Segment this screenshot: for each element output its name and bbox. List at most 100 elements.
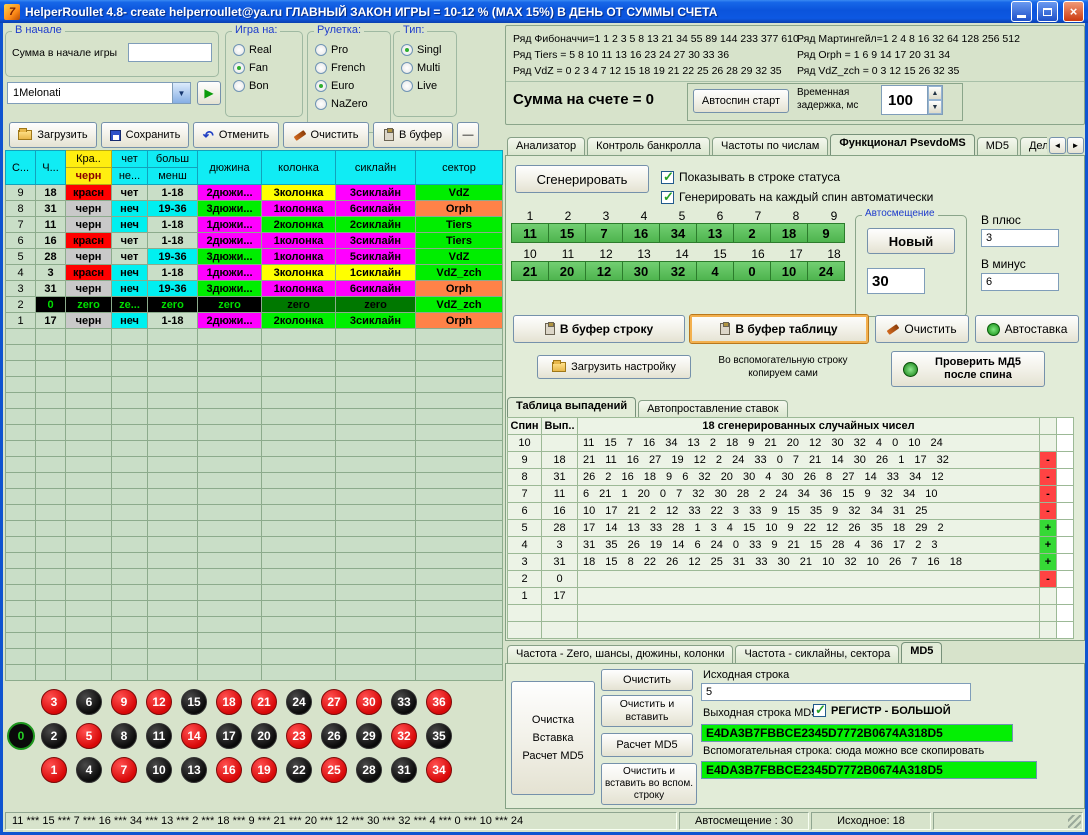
radio-icon[interactable] (233, 62, 245, 74)
md5-clear-paste-button[interactable]: Очистить и вставить (601, 695, 693, 727)
start-play-button[interactable]: ▶ (197, 81, 221, 105)
check-md5-button[interactable]: Проверить МД5 после спина (891, 351, 1045, 387)
undo-button[interactable]: ↶ Отменить (193, 122, 279, 148)
start-sum-input[interactable] (128, 43, 212, 62)
radio-icon[interactable] (315, 62, 327, 74)
copy-table-button[interactable]: В буфер таблицу (689, 314, 869, 344)
board-number-25[interactable]: 25 (321, 757, 347, 783)
new-button[interactable]: Новый (867, 228, 955, 254)
radio-icon[interactable] (233, 80, 245, 92)
board-number-20[interactable]: 20 (251, 723, 277, 749)
scrollbar-track[interactable] (1057, 418, 1074, 435)
main-tab-1[interactable]: Контроль банкролла (587, 137, 710, 156)
md5-source-input[interactable] (701, 683, 971, 701)
md5-clear-paste-aux-button[interactable]: Очистить и вставить во вспом. строку (601, 763, 697, 805)
main-tab-3[interactable]: Функционал PsevdoMS (830, 134, 974, 156)
board-number-16[interactable]: 16 (216, 757, 242, 783)
board-number-12[interactable]: 12 (146, 689, 172, 715)
copy-buffer-button[interactable]: В буфер (373, 122, 453, 148)
show-status-checkbox[interactable]: Показывать в строке статуса (661, 170, 840, 184)
load-settings-button[interactable]: Загрузить настройку (537, 355, 691, 379)
radio-option-singl[interactable]: Singl (401, 44, 456, 56)
board-number-32[interactable]: 32 (391, 723, 417, 749)
save-button[interactable]: Сохранить (101, 122, 189, 148)
radio-option-french[interactable]: French (315, 62, 390, 74)
board-number-17[interactable]: 17 (216, 723, 242, 749)
main-tab-0[interactable]: Анализатор (507, 137, 585, 156)
radio-icon[interactable] (315, 44, 327, 56)
board-number-15[interactable]: 15 (181, 689, 207, 715)
md5-calc-button[interactable]: Расчет MD5 (601, 733, 693, 757)
board-number-1[interactable]: 1 (41, 757, 67, 783)
freq-tab-0[interactable]: Частота - Zero, шансы, дюжины, колонки (507, 645, 733, 664)
board-number-19[interactable]: 19 (251, 757, 277, 783)
radio-icon[interactable] (315, 80, 327, 92)
radio-option-bon[interactable]: Bon (233, 80, 302, 92)
main-tab-2[interactable]: Частоты по числам (712, 137, 828, 156)
sub-tab-0[interactable]: Таблица выпадений (507, 397, 636, 419)
chevron-down-icon[interactable]: ▼ (172, 83, 190, 103)
board-number-13[interactable]: 13 (181, 757, 207, 783)
autobet-button[interactable]: Автоставка (975, 315, 1079, 343)
close-button[interactable]: × (1063, 1, 1084, 22)
board-number-6[interactable]: 6 (76, 689, 102, 715)
copy-row-button[interactable]: В буфер строку (513, 315, 685, 343)
tab-scroll-right-button[interactable]: ► (1067, 137, 1084, 154)
board-number-36[interactable]: 36 (426, 689, 452, 715)
freq-tab-1[interactable]: Частота - сиклайны, сектора (735, 645, 899, 664)
restore-button[interactable] (1037, 1, 1058, 22)
radio-option-live[interactable]: Live (401, 80, 456, 92)
collapse-button[interactable]: — (457, 122, 479, 148)
md5-case-checkbox[interactable]: РЕГИСТР - БОЛЬШОЙ (813, 704, 951, 717)
profile-combobox[interactable]: 1Melonati ▼ (7, 82, 191, 104)
board-number-10[interactable]: 10 (146, 757, 172, 783)
board-number-7[interactable]: 7 (111, 757, 137, 783)
board-number-35[interactable]: 35 (426, 723, 452, 749)
radio-icon[interactable] (233, 44, 245, 56)
minus-input[interactable] (981, 273, 1059, 291)
checkbox-icon[interactable] (661, 191, 674, 204)
board-number-4[interactable]: 4 (76, 757, 102, 783)
generate-button[interactable]: Сгенерировать (515, 165, 649, 193)
board-number-34[interactable]: 34 (426, 757, 452, 783)
board-number-29[interactable]: 29 (356, 723, 382, 749)
board-number-22[interactable]: 22 (286, 757, 312, 783)
md5-big-button[interactable]: Очистка Вставка Расчет MD5 (511, 681, 595, 795)
radio-option-nazero[interactable]: NaZero (315, 98, 390, 110)
board-number-3[interactable]: 3 (41, 689, 67, 715)
board-number-14[interactable]: 14 (181, 723, 207, 749)
load-button[interactable]: Загрузить (9, 122, 97, 148)
board-number-8[interactable]: 8 (111, 723, 137, 749)
radio-option-multi[interactable]: Multi (401, 62, 456, 74)
radio-icon[interactable] (401, 80, 413, 92)
spinner-up-icon[interactable]: ▲ (928, 86, 942, 100)
board-number-21[interactable]: 21 (251, 689, 277, 715)
board-number-31[interactable]: 31 (391, 757, 417, 783)
autoshift-input[interactable] (867, 268, 925, 294)
clear-gen-button[interactable]: Очистить (875, 315, 969, 343)
radio-option-pro[interactable]: Pro (315, 44, 390, 56)
board-number-24[interactable]: 24 (286, 689, 312, 715)
board-number-2[interactable]: 2 (41, 723, 67, 749)
autospin-start-button[interactable]: Автоспин старт (693, 89, 789, 113)
radio-icon[interactable] (401, 62, 413, 74)
radio-option-euro[interactable]: Euro (315, 80, 390, 92)
radio-option-fan[interactable]: Fan (233, 62, 302, 74)
board-number-11[interactable]: 11 (146, 723, 172, 749)
clear-history-button[interactable]: Очистить (283, 122, 369, 148)
auto-generate-checkbox[interactable]: Генерировать на каждый спин автоматическ… (661, 190, 933, 204)
plus-input[interactable] (981, 229, 1059, 247)
board-number-26[interactable]: 26 (321, 723, 347, 749)
board-number-30[interactable]: 30 (356, 689, 382, 715)
board-number-0[interactable]: 0 (7, 722, 35, 750)
board-number-27[interactable]: 27 (321, 689, 347, 715)
md5-output-field[interactable]: E4DA3B7FBBCE2345D7772B0674A318D5 (701, 724, 1013, 742)
main-tab-4[interactable]: MD5 (977, 137, 1018, 156)
minimize-button[interactable] (1011, 1, 1032, 22)
board-number-23[interactable]: 23 (286, 723, 312, 749)
checkbox-icon[interactable] (661, 171, 674, 184)
spinner-down-icon[interactable]: ▼ (928, 100, 942, 114)
tab-scroll-left-button[interactable]: ◄ (1049, 137, 1066, 154)
freq-tab-2[interactable]: MD5 (901, 642, 942, 664)
board-number-5[interactable]: 5 (76, 723, 102, 749)
